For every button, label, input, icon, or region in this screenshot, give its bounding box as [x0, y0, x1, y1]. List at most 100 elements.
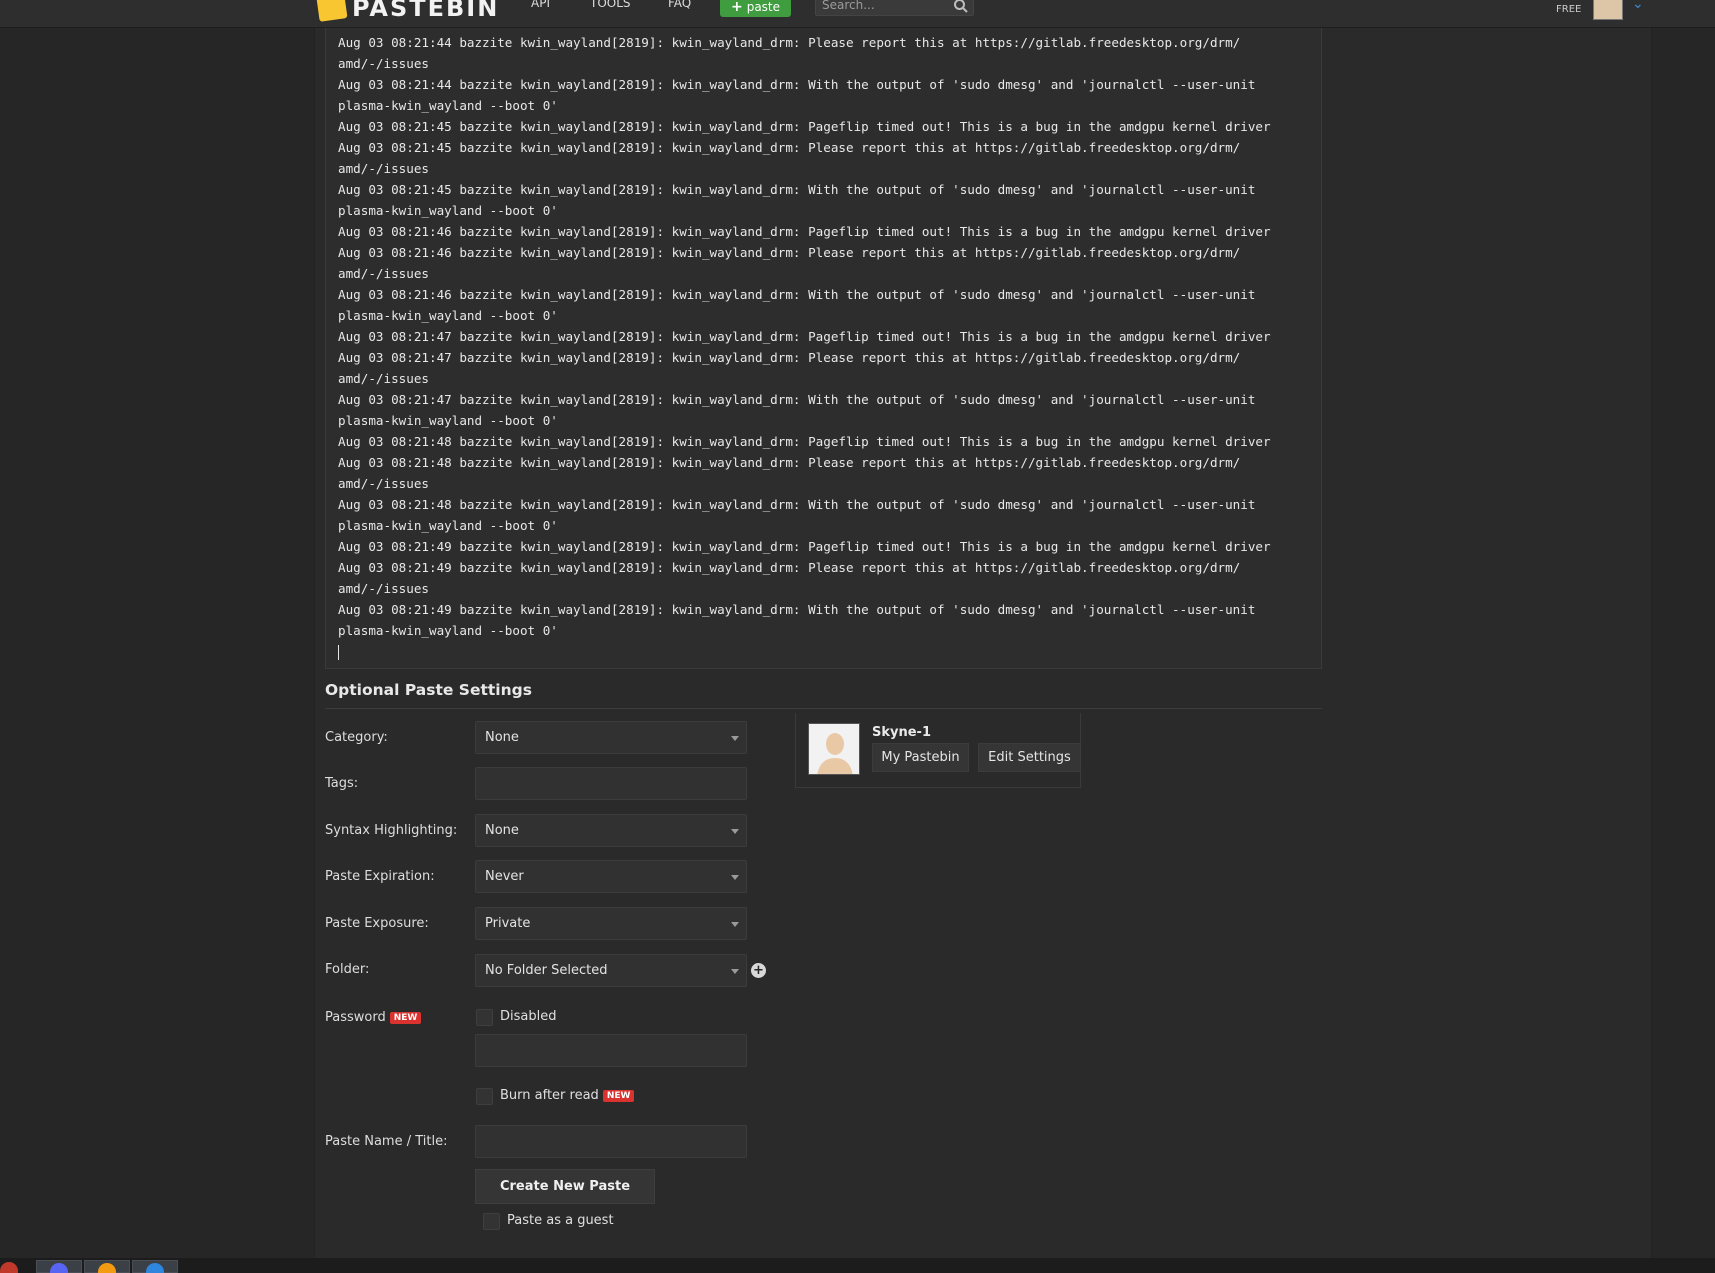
expiration-label: Paste Expiration:	[325, 869, 435, 884]
taskbar-app-browser-icon[interactable]	[132, 1260, 178, 1273]
editor-line: amd/-/issues	[338, 266, 429, 281]
nav-link-tools[interactable]: TOOLS	[590, 0, 631, 10]
paste-title-input[interactable]	[476, 1126, 746, 1157]
settings-heading: Optional Paste Settings	[325, 681, 532, 699]
pastebin-logo[interactable]: PASTEBIN	[316, 0, 500, 22]
editor-line: Aug 03 08:21:48 bazzite kwin_wayland[281…	[338, 497, 1256, 512]
expiration-select[interactable]: Never	[475, 860, 747, 893]
nav-link-api[interactable]: API	[531, 0, 550, 10]
editor-line: Aug 03 08:21:49 bazzite kwin_wayland[281…	[338, 602, 1256, 617]
password-label-wrap: Password NEW	[325, 1010, 422, 1025]
dropdown-arrow-icon	[731, 922, 739, 927]
editor-line: Aug 03 08:21:47 bazzite kwin_wayland[281…	[338, 392, 1256, 407]
logo-text: PASTEBIN	[352, 0, 500, 22]
dropdown-arrow-icon	[731, 829, 739, 834]
editor-line: Aug 03 08:21:47 bazzite kwin_wayland[281…	[338, 329, 1271, 344]
taskbar-launcher-icon[interactable]	[0, 1262, 18, 1273]
editor-line: plasma-kwin_wayland --boot 0'	[338, 203, 558, 218]
nav-link-faq[interactable]: FAQ	[668, 0, 691, 10]
my-pastebin-button[interactable]: My Pastebin	[872, 743, 969, 772]
settings-divider	[325, 708, 1322, 709]
new-paste-label: paste	[746, 0, 781, 14]
syntax-select[interactable]: None	[475, 814, 747, 847]
editor-line: Aug 03 08:21:46 bazzite kwin_wayland[281…	[338, 287, 1256, 302]
expiration-value: Never	[485, 869, 524, 884]
editor-line: Aug 03 08:21:45 bazzite kwin_wayland[281…	[338, 182, 1256, 197]
editor-line: plasma-kwin_wayland --boot 0'	[338, 518, 558, 533]
password-checkbox[interactable]	[476, 1009, 493, 1026]
paste-title-field-wrapper	[475, 1125, 747, 1158]
account-plan-label: FREE	[1556, 4, 1582, 15]
exposure-select[interactable]: Private	[475, 907, 747, 940]
exposure-label: Paste Exposure:	[325, 916, 429, 931]
dropdown-arrow-icon	[731, 969, 739, 974]
burn-after-read-checkbox[interactable]	[476, 1088, 493, 1105]
editor-line: Aug 03 08:21:49 bazzite kwin_wayland[281…	[338, 560, 1241, 575]
editor-line: amd/-/issues	[338, 581, 429, 596]
editor-line: Aug 03 08:21:45 bazzite kwin_wayland[281…	[338, 140, 1241, 155]
tags-input[interactable]	[476, 768, 746, 799]
editor-line: plasma-kwin_wayland --boot 0'	[338, 98, 558, 113]
syntax-label: Syntax Highlighting:	[325, 823, 458, 838]
os-taskbar	[0, 1258, 1715, 1273]
editor-line: amd/-/issues	[338, 476, 429, 491]
tags-label: Tags:	[325, 776, 359, 791]
category-value: None	[485, 730, 519, 745]
editor-line: amd/-/issues	[338, 371, 429, 386]
dropdown-arrow-icon	[731, 736, 739, 741]
editor-line: Aug 03 08:21:46 bazzite kwin_wayland[281…	[338, 245, 1241, 260]
password-label: Password	[325, 1010, 386, 1025]
create-new-paste-button[interactable]: Create New Paste	[475, 1169, 655, 1204]
paste-title-label: Paste Name / Title:	[325, 1134, 448, 1149]
editor-line: Aug 03 08:21:45 bazzite kwin_wayland[281…	[338, 119, 1271, 134]
user-avatar[interactable]	[808, 723, 860, 775]
editor-line: plasma-kwin_wayland --boot 0'	[338, 623, 558, 638]
dropdown-arrow-icon	[731, 875, 739, 880]
logo-badge-icon	[316, 0, 348, 22]
new-badge: NEW	[389, 1011, 422, 1024]
folder-select[interactable]: No Folder Selected	[475, 954, 747, 987]
new-paste-button[interactable]: + paste	[720, 0, 791, 17]
text-cursor	[338, 641, 1309, 662]
editor-line: amd/-/issues	[338, 161, 429, 176]
firefox-icon	[98, 1263, 116, 1273]
editor-line: Aug 03 08:21:44 bazzite kwin_wayland[281…	[338, 35, 1241, 50]
discord-icon	[50, 1263, 68, 1273]
header-avatar[interactable]	[1593, 0, 1623, 20]
browser-icon	[146, 1263, 164, 1273]
folder-label: Folder:	[325, 962, 370, 977]
editor-line: plasma-kwin_wayland --boot 0'	[338, 308, 558, 323]
default-avatar-icon	[809, 724, 859, 774]
edit-settings-button[interactable]: Edit Settings	[978, 743, 1081, 772]
exposure-value: Private	[485, 916, 531, 931]
add-folder-icon[interactable]: +	[751, 963, 766, 978]
password-field-wrapper	[475, 1034, 747, 1067]
new-badge: NEW	[602, 1089, 635, 1102]
password-input[interactable]	[476, 1035, 746, 1066]
editor-line: Aug 03 08:21:44 bazzite kwin_wayland[281…	[338, 77, 1256, 92]
username[interactable]: Skyne-1	[872, 725, 931, 740]
editor-line: plasma-kwin_wayland --boot 0'	[338, 413, 558, 428]
burn-after-read-label-wrap: Burn after read NEW	[500, 1088, 635, 1103]
category-select[interactable]: None	[475, 721, 747, 754]
syntax-value: None	[485, 823, 519, 838]
editor-line: Aug 03 08:21:48 bazzite kwin_wayland[281…	[338, 455, 1241, 470]
editor-line: Aug 03 08:21:47 bazzite kwin_wayland[281…	[338, 350, 1241, 365]
paste-text-editor[interactable]: Aug 03 08:21:44 bazzite kwin_wayland[281…	[325, 28, 1322, 669]
tags-field-wrapper	[475, 767, 747, 800]
password-checkbox-label: Disabled	[500, 1009, 557, 1024]
editor-line: amd/-/issues	[338, 56, 429, 71]
chevron-down-icon[interactable]: ⌄	[1632, 0, 1644, 12]
folder-value: No Folder Selected	[485, 963, 608, 978]
burn-after-read-label: Burn after read	[500, 1088, 599, 1103]
search-icon[interactable]	[953, 0, 969, 14]
paste-as-guest-checkbox[interactable]	[483, 1213, 500, 1230]
taskbar-app-firefox-icon[interactable]	[84, 1260, 130, 1273]
plus-icon: +	[730, 0, 743, 15]
category-label: Category:	[325, 730, 388, 745]
editor-line: Aug 03 08:21:49 bazzite kwin_wayland[281…	[338, 539, 1271, 554]
search-input[interactable]	[822, 0, 942, 12]
search-box	[815, 0, 974, 16]
editor-content: Aug 03 08:21:44 bazzite kwin_wayland[281…	[338, 32, 1309, 662]
taskbar-app-discord-icon[interactable]	[36, 1260, 82, 1273]
